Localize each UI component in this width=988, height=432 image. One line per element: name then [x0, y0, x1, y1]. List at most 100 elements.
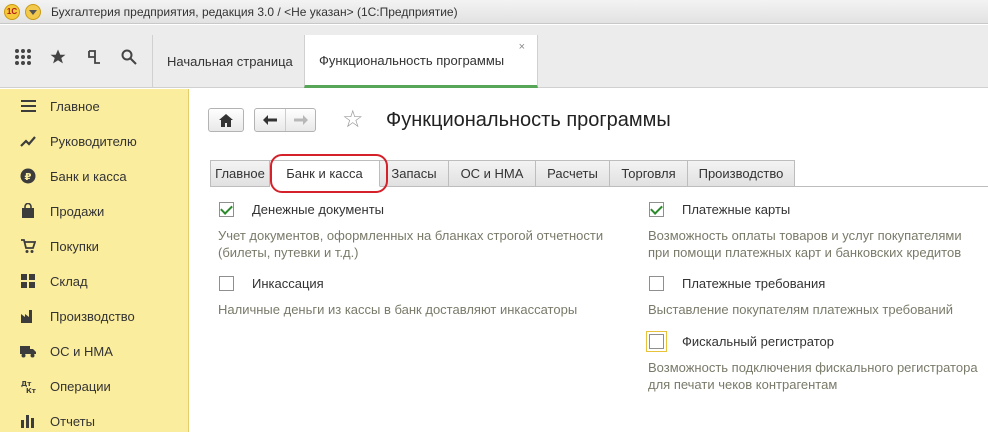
app-logo-icon: 1C: [4, 3, 20, 20]
sidebar-item-label: Склад: [50, 273, 88, 289]
bar-chart-icon: [20, 413, 36, 429]
svg-text:₽: ₽: [25, 172, 32, 183]
search-icon[interactable]: [117, 44, 143, 70]
description-line: Возможность подключения фискального реги…: [648, 360, 978, 375]
description-line: Наличные деньги из кассы в банк доставля…: [218, 302, 578, 317]
sidebar-item-reports[interactable]: Отчеты: [0, 406, 189, 432]
tab-label: Расчеты: [547, 166, 598, 181]
payment-requests-checkbox[interactable]: [649, 276, 664, 291]
option-payment-requests: Платежные требования: [649, 276, 825, 291]
shopping-bag-icon: [20, 203, 36, 219]
sidebar-item-label: Отчеты: [50, 413, 95, 429]
sidebar-item-purchases[interactable]: Покупки: [0, 231, 189, 261]
description-line: Учет документов, оформленных на бланках …: [218, 228, 604, 243]
page-title: Функциональность программы: [386, 109, 671, 131]
tab-program-functionality-label: Функциональность программы: [319, 52, 505, 68]
arrow-left-icon: [263, 115, 277, 125]
tab-label: Главное: [215, 166, 265, 181]
description-line: Возможность оплаты товаров и услуг покуп…: [648, 228, 962, 243]
home-icon: [219, 113, 233, 127]
sidebar-item-manager[interactable]: Руководителю: [0, 126, 189, 156]
truck-icon: [20, 343, 36, 359]
sidebar-item-fixed-assets[interactable]: ОС и НМА: [0, 336, 189, 366]
option-description: Наличные деньги из кассы в банк доставля…: [218, 301, 577, 318]
sidebar-item-warehouse[interactable]: Склад: [0, 266, 189, 296]
tab-fixed-assets[interactable]: ОС и НМА: [449, 160, 536, 187]
home-button[interactable]: [208, 108, 244, 132]
description-line: (билеты, путевки и т.д.): [218, 245, 359, 260]
main-menu-button[interactable]: [25, 3, 41, 20]
svg-text:Кт: Кт: [26, 387, 36, 394]
tab-program-functionality[interactable]: Функциональность программы ×: [304, 35, 538, 88]
sidebar-item-label: Продажи: [50, 203, 105, 219]
tab-home-page-label: Начальная страница: [167, 53, 293, 69]
option-label: Платежные требования: [682, 276, 826, 291]
sidebar-item-bank-cash[interactable]: ₽ Банк и касса: [0, 161, 189, 191]
top-toolbar: Начальная страница Функциональность прог…: [0, 25, 988, 88]
tab-production[interactable]: Производство: [688, 160, 795, 187]
option-label: Фискальный регистратор: [682, 334, 834, 349]
description-line: для печати чеков контрагентам: [648, 377, 838, 392]
option-money-documents: Денежные документы: [219, 202, 384, 217]
menu-lines-icon: [20, 98, 36, 114]
history-icon[interactable]: [81, 44, 107, 70]
sections-sidebar: Главное Руководителю ₽ Банк и касса Прод…: [0, 89, 189, 432]
toolbar-icons: [0, 25, 152, 88]
arrow-right-icon: [293, 115, 308, 125]
tab-label: Торговля: [621, 166, 676, 181]
option-description: Выставление покупателям платежных требов…: [648, 301, 953, 318]
shopping-cart-icon: [20, 238, 36, 254]
sidebar-item-label: ОС и НМА: [50, 343, 113, 359]
money-documents-checkbox[interactable]: [219, 202, 234, 217]
navigation-buttons: [208, 108, 316, 132]
warehouse-boxes-icon: [20, 273, 36, 289]
tab-label: Производство: [698, 166, 784, 181]
tab-inventory[interactable]: Запасы: [380, 160, 449, 187]
option-payment-cards: Платежные карты: [649, 202, 790, 217]
sidebar-item-operations[interactable]: Дт Кт Операции: [0, 371, 189, 401]
option-label: Денежные документы: [252, 202, 385, 217]
forward-button[interactable]: [285, 109, 315, 131]
sidebar-item-label: Операции: [50, 378, 111, 394]
option-label: Платежные карты: [682, 202, 791, 217]
sidebar-item-main[interactable]: Главное: [0, 91, 189, 121]
description-line: при помощи платежных карт и банковских к…: [648, 245, 962, 260]
tab-trade[interactable]: Торговля: [610, 160, 688, 187]
history-navigation: [254, 108, 316, 132]
factory-icon: [20, 308, 36, 324]
option-description: Возможность подключения фискального реги…: [648, 359, 978, 393]
sidebar-item-label: Банк и касса: [50, 168, 127, 184]
ruble-coin-icon: ₽: [20, 168, 36, 184]
option-label: Инкассация: [252, 276, 324, 291]
tab-settlements[interactable]: Расчеты: [536, 160, 610, 187]
sidebar-item-label: Руководителю: [50, 133, 137, 149]
option-cash-collection: Инкассация: [219, 276, 324, 291]
window-title: Бухгалтерия предприятия, редакция 3.0 / …: [51, 4, 458, 19]
tab-label: ОС и НМА: [460, 166, 524, 181]
description-line: Выставление покупателям платежных требов…: [648, 302, 954, 317]
tab-home-page[interactable]: Начальная страница: [152, 35, 304, 87]
tab-main[interactable]: Главное: [210, 160, 270, 187]
functionality-form: ☆ Функциональность программы Главное Бан…: [190, 89, 988, 432]
trend-chart-icon: [20, 133, 36, 149]
debit-credit-icon: Дт Кт: [20, 378, 36, 394]
sidebar-item-label: Покупки: [50, 238, 99, 254]
highlight-annotation: [270, 154, 388, 193]
sidebar-item-production[interactable]: Производство: [0, 301, 189, 331]
window-titlebar: 1C Бухгалтерия предприятия, редакция 3.0…: [0, 0, 988, 24]
option-description: Учет документов, оформленных на бланках …: [218, 227, 603, 261]
option-fiscal-registrar: Фискальный регистратор: [646, 331, 834, 352]
apps-grid-icon[interactable]: [10, 44, 36, 70]
close-icon[interactable]: ×: [519, 41, 525, 53]
option-description: Возможность оплаты товаров и услуг покуп…: [648, 227, 962, 261]
add-to-favorites-icon[interactable]: ☆: [342, 107, 364, 133]
tab-label: Запасы: [391, 166, 437, 181]
sidebar-item-label: Производство: [50, 308, 135, 324]
payment-cards-checkbox[interactable]: [649, 202, 664, 217]
sidebar-item-label: Главное: [50, 98, 100, 114]
back-button[interactable]: [255, 109, 285, 131]
favorites-star-icon[interactable]: [46, 44, 72, 70]
fiscal-registrar-checkbox[interactable]: [646, 331, 667, 352]
sidebar-item-sales[interactable]: Продажи: [0, 196, 189, 226]
cash-collection-checkbox[interactable]: [219, 276, 234, 291]
